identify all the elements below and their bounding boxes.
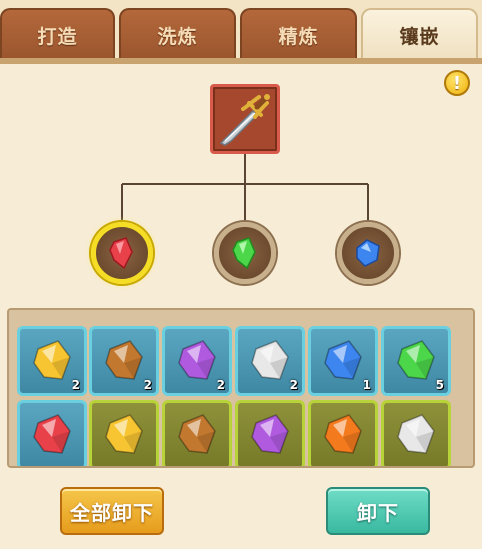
gem-slot-purple[interactable] [235, 400, 305, 466]
gem-count: 2 [216, 378, 225, 392]
purple-gem-icon [251, 414, 289, 454]
gem-count: 1 [362, 378, 371, 392]
unload-button[interactable]: 卸下 [326, 487, 430, 535]
purple-gem-icon [178, 340, 216, 380]
socket-green[interactable] [214, 222, 276, 284]
unload-label: 卸下 [357, 500, 399, 525]
gem-slot-yellow[interactable]: 2 [17, 326, 87, 396]
gem-slot-orange-brown[interactable]: 2 [89, 326, 159, 396]
gem-slot-orange[interactable] [308, 400, 378, 466]
gem-count: 2 [143, 378, 152, 392]
gem-slot-blue[interactable]: 1 [308, 326, 378, 396]
orange-brown-gem-icon [178, 414, 216, 454]
gem-slot-white[interactable] [381, 400, 451, 466]
blue-gem-icon [324, 340, 362, 380]
gem-slot-red[interactable] [17, 400, 87, 466]
socket-blue[interactable] [337, 222, 399, 284]
white-gem-icon [397, 414, 435, 454]
gem-slot-yellow[interactable] [89, 400, 159, 466]
gem-slot-white[interactable]: 2 [235, 326, 305, 396]
orange-gem-icon [324, 414, 362, 454]
gem-count: 2 [71, 378, 80, 392]
equipment-slot[interactable] [210, 84, 280, 154]
socket-red[interactable] [91, 222, 153, 284]
gem-slot-orange-brown[interactable] [162, 400, 232, 466]
green-gem-icon [397, 340, 435, 380]
gem-count: 5 [435, 378, 444, 392]
blue-gem-icon [356, 239, 380, 267]
gem-slot-green[interactable]: 5 [381, 326, 451, 396]
red-gem-icon [33, 414, 71, 454]
gem-inventory: 2 2 2 2 1 5 [7, 308, 475, 468]
gem-count: 2 [289, 378, 298, 392]
unload-all-label: 全部卸下 [70, 500, 154, 525]
yellow-gem-icon [33, 340, 71, 380]
sword-icon [219, 94, 270, 146]
unload-all-button[interactable]: 全部卸下 [60, 487, 164, 535]
white-gem-icon [251, 340, 289, 380]
orange-brown-gem-icon [105, 340, 143, 380]
green-gem-icon [232, 237, 256, 270]
red-gem-icon [109, 237, 133, 270]
gem-slot-purple[interactable]: 2 [162, 326, 232, 396]
yellow-gem-icon [105, 414, 143, 454]
